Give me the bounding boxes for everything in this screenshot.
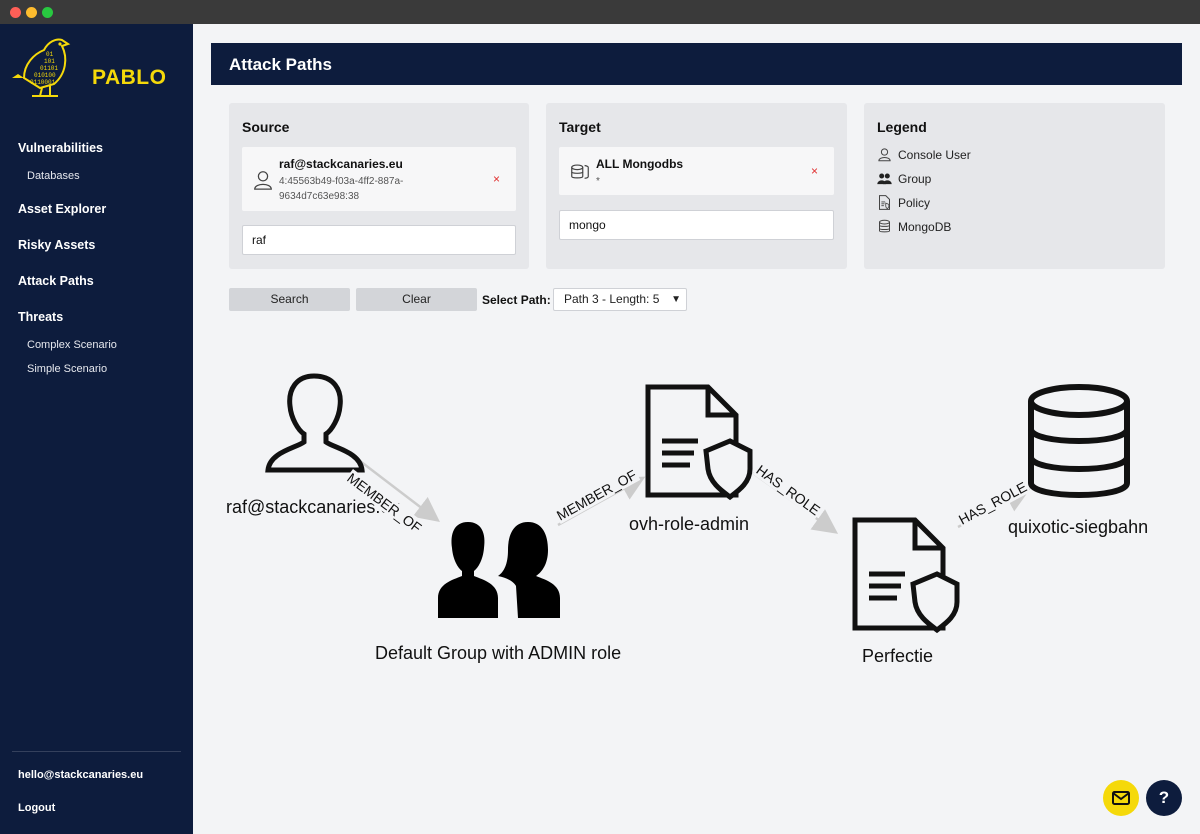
maximize-window-button[interactable]	[42, 7, 53, 18]
sidebar-item-attack-paths[interactable]: Attack Paths	[18, 274, 94, 288]
user-icon	[265, 373, 365, 473]
sidebar-item-complex-scenario[interactable]: Complex Scenario	[27, 339, 117, 351]
sidebar-item-databases[interactable]: Databases	[27, 170, 80, 182]
contact-button[interactable]	[1103, 780, 1139, 816]
clear-button[interactable]: Clear	[356, 288, 477, 311]
node-label-database[interactable]: quixotic-siegbahn	[1008, 517, 1148, 538]
path-select[interactable]: Path 3 - Length: 5 ▼	[553, 288, 687, 311]
logout-link[interactable]: Logout	[18, 802, 55, 814]
sidebar-item-threats[interactable]: Threats	[18, 310, 63, 324]
target-selected-name: ALL Mongodbs	[596, 157, 684, 171]
databases-icon	[571, 164, 589, 179]
search-button[interactable]: Search	[229, 288, 350, 311]
window-titlebar	[0, 0, 1200, 24]
target-remove-button[interactable]: ×	[811, 164, 818, 178]
target-selected-sub: *	[596, 176, 600, 187]
close-window-button[interactable]	[10, 7, 21, 18]
source-card: Source raf@stackcanaries.eu 4:45563b49-f…	[229, 103, 529, 269]
target-card: Target ALL Mongodbs * ×	[546, 103, 847, 269]
source-title: Source	[242, 119, 290, 135]
select-path-label: Select Path:	[482, 293, 551, 307]
policy-icon	[852, 517, 960, 634]
help-button[interactable]: ?	[1146, 780, 1182, 816]
source-search-input[interactable]	[242, 225, 516, 255]
group-icon	[438, 522, 560, 618]
legend-label: Group	[898, 172, 932, 186]
node-label-policy-1[interactable]: ovh-role-admin	[629, 514, 749, 535]
sidebar: 01 101 01101 010100 0110001 PABLO Vulner…	[0, 24, 193, 834]
svg-text:01101: 01101	[40, 65, 58, 72]
mail-icon	[1112, 791, 1130, 805]
legend-label: MongoDB	[898, 220, 952, 234]
sidebar-item-asset-explorer[interactable]: Asset Explorer	[18, 202, 106, 216]
node-label-policy-2[interactable]: Perfectie	[862, 646, 933, 667]
page-title: Attack Paths	[229, 55, 332, 74]
legend-label: Console User	[898, 148, 971, 162]
svg-text:010100: 010100	[34, 72, 56, 79]
app-name: PABLO	[92, 66, 167, 89]
attack-path-graph: raf@stackcanaries.eu Default Group with …	[193, 330, 1200, 710]
sidebar-item-vulnerabilities[interactable]: Vulnerabilities	[18, 141, 103, 155]
canary-logo-icon: 01 101 01101 010100 0110001	[12, 38, 71, 97]
sidebar-item-simple-scenario[interactable]: Simple Scenario	[27, 363, 107, 375]
chevron-down-icon: ▼	[671, 294, 681, 305]
database-icon	[1028, 384, 1130, 498]
source-selected-item: raf@stackcanaries.eu 4:45563b49-f03a-4ff…	[242, 147, 516, 211]
svg-text:101: 101	[44, 58, 55, 65]
user-icon	[878, 148, 891, 162]
group-icon	[877, 173, 892, 185]
user-icon	[254, 171, 272, 190]
page-header: Attack Paths	[211, 43, 1182, 85]
target-selected-item: ALL Mongodbs * ×	[559, 147, 834, 195]
path-select-value: Path 3 - Length: 5	[564, 292, 660, 306]
app-logo[interactable]: 01 101 01101 010100 0110001 PABLO	[10, 34, 180, 104]
app-window: 01 101 01101 010100 0110001 PABLO Vulner…	[0, 0, 1200, 834]
svg-text:0110001: 0110001	[30, 79, 56, 86]
source-selected-id: 4:45563b49-f03a-4ff2-887a-9634d7c63e98:3…	[279, 176, 404, 202]
target-title: Target	[559, 119, 601, 135]
policy-icon	[645, 384, 753, 501]
user-email: hello@stackcanaries.eu	[18, 769, 144, 781]
legend-title: Legend	[877, 119, 927, 135]
sidebar-item-risky-assets[interactable]: Risky Assets	[18, 238, 95, 252]
minimize-window-button[interactable]	[26, 7, 37, 18]
legend-label: Policy	[898, 196, 931, 210]
source-remove-button[interactable]: ×	[493, 172, 500, 186]
sidebar-divider	[12, 751, 181, 752]
policy-icon	[879, 195, 890, 210]
node-label-group[interactable]: Default Group with ADMIN role	[375, 643, 621, 664]
source-selected-name: raf@stackcanaries.eu	[279, 157, 403, 171]
target-search-input[interactable]	[559, 210, 834, 240]
svg-text:01: 01	[46, 51, 54, 58]
legend-card: Legend Console User Group Policy MongoDB	[864, 103, 1165, 269]
database-icon	[879, 219, 890, 233]
